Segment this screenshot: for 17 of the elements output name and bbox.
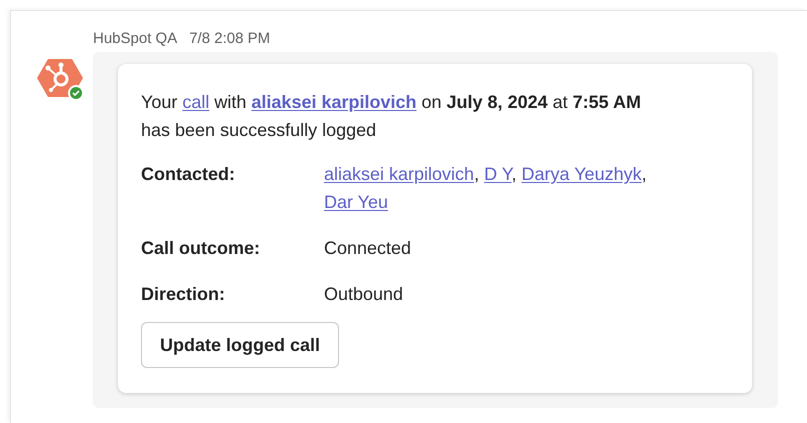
contact-link[interactable]: aliaksei karpilovich — [251, 92, 416, 112]
contact-link[interactable]: Dar Yeu — [324, 192, 388, 212]
message-time: 7/8 2:08 PM — [189, 29, 270, 49]
field-value: Outbound — [324, 283, 404, 306]
sender-name: HubSpot QA — [93, 29, 178, 49]
contact-link[interactable]: Darya Yeuzhyk — [522, 164, 642, 184]
call-link[interactable]: call — [182, 92, 210, 112]
field-value: Connected — [324, 237, 412, 260]
contacted-list: aliaksei karpilovich, D Y, Darya Yeuzhyk, Dar Yeu — [324, 160, 694, 216]
field-label: Call outcome: — [141, 237, 262, 260]
field-label: Direction: — [141, 283, 226, 306]
logged-message: Your call with aliaksei karpilovich on July 8, 2024 at 7:55 AM has been successfully logged — [141, 91, 642, 142]
contact-link[interactable]: aliaksei karpilovich — [324, 164, 474, 184]
avatar-hexagon-icon — [37, 57, 85, 101]
update-logged-call-button[interactable]: Update logged call — [141, 322, 340, 368]
contact-link[interactable]: D Y — [484, 164, 512, 184]
field-label: Contacted: — [141, 163, 236, 186]
